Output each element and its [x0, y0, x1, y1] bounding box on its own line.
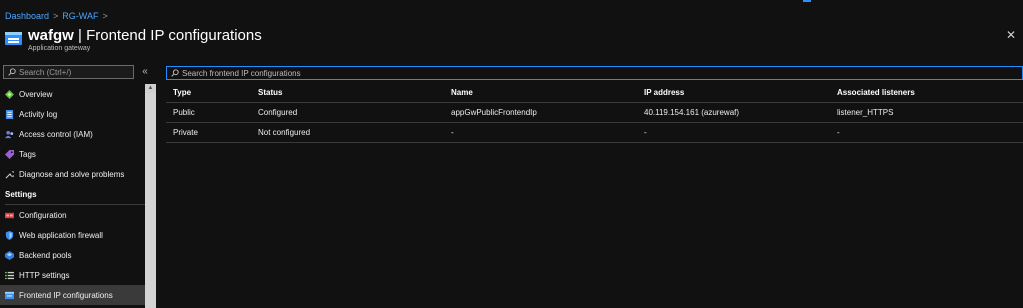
cell-type: Private [166, 122, 251, 143]
menu-list: Overview Activity log Access control (IA… [0, 84, 145, 305]
menu-item-label: Diagnose and solve problems [19, 169, 125, 179]
menu-item-label: Frontend IP configurations [19, 290, 113, 300]
menu-item-frontend-ip[interactable]: Frontend IP configurations [0, 285, 145, 305]
table-row[interactable]: Public Configured appGwPublicFrontendIp … [166, 102, 1023, 123]
menu-item-configuration[interactable]: Configuration [0, 205, 145, 225]
column-header-ip-address[interactable]: IP address [637, 83, 830, 103]
menu-item-diagnose[interactable]: Diagnose and solve problems [0, 164, 145, 184]
menu-item-label: Backend pools [19, 250, 72, 260]
top-bar [0, 0, 1023, 2]
menu-search-input[interactable]: Search (Ctrl+/) [3, 65, 134, 79]
breadcrumb-separator: > [102, 11, 108, 21]
menu-item-access-control[interactable]: Access control (IAM) [0, 124, 145, 144]
menu-item-waf[interactable]: Web application firewall [0, 225, 145, 245]
page-header: wafgw | Frontend IP configurations Appli… [5, 27, 262, 57]
menu-item-backend-pools[interactable]: Backend pools [0, 245, 145, 265]
settings-list-icon [5, 271, 14, 279]
breadcrumb-separator: > [53, 11, 59, 21]
page-title: wafgw | Frontend IP configurations [28, 27, 262, 44]
wrench-icon [5, 170, 14, 178]
cell-ip-address: - [637, 122, 830, 143]
resource-menu: Search (Ctrl+/) « Overview Activity log … [0, 64, 158, 308]
menu-item-label: Activity log [19, 109, 58, 119]
backend-pool-icon [5, 250, 14, 260]
menu-item-label: HTTP settings [19, 270, 70, 280]
menu-item-activity-log[interactable]: Activity log [0, 104, 145, 124]
cell-listeners: listener_HTTPS [830, 102, 1023, 123]
tag-icon [5, 149, 14, 159]
breadcrumb-rg-waf[interactable]: RG-WAF [62, 11, 98, 21]
menu-item-label: Web application firewall [19, 230, 103, 240]
resource-name: wafgw [28, 27, 74, 44]
frontend-ip-table: Type Status Name IP address Associated l… [166, 83, 1023, 143]
resource-type: Application gateway [28, 45, 91, 52]
table-row[interactable]: Private Not configured - - - [166, 122, 1023, 143]
menu-item-label: Overview [19, 89, 53, 99]
menu-item-overview[interactable]: Overview [0, 84, 145, 104]
table-header-row: Type Status Name IP address Associated l… [166, 83, 1023, 103]
iam-icon [5, 130, 14, 138]
menu-item-label: Access control (IAM) [19, 129, 93, 139]
configuration-icon [5, 212, 14, 218]
column-header-type[interactable]: Type [166, 83, 251, 103]
column-header-status[interactable]: Status [251, 83, 444, 103]
menu-item-tags[interactable]: Tags [0, 144, 145, 164]
overview-icon [5, 89, 14, 99]
menu-item-label: Configuration [19, 210, 67, 220]
menu-item-label: Tags [19, 149, 36, 159]
column-header-name[interactable]: Name [444, 83, 637, 103]
close-button[interactable]: ✕ [1005, 29, 1017, 41]
frontend-ip-search-input[interactable]: Search frontend IP configurations [166, 66, 1023, 80]
cell-type: Public [166, 102, 251, 123]
cell-listeners: - [830, 122, 1023, 143]
application-gateway-icon [5, 32, 22, 45]
cell-ip-address: 40.119.154.161 (azurewaf) [637, 102, 830, 123]
activity-log-icon [5, 109, 14, 119]
column-header-listeners[interactable]: Associated listeners [830, 83, 1023, 103]
breadcrumb-dashboard[interactable]: Dashboard [5, 11, 49, 21]
search-icon [171, 69, 179, 77]
cell-status: Not configured [251, 122, 444, 143]
cell-status: Configured [251, 102, 444, 123]
frontend-ip-icon [5, 291, 14, 299]
menu-scrollbar[interactable]: ▲ [145, 84, 156, 308]
page-name: | Frontend IP configurations [78, 27, 262, 44]
menu-search-placeholder: Search (Ctrl+/) [19, 67, 72, 77]
cell-name: - [444, 122, 637, 143]
shield-icon [5, 230, 14, 240]
search-placeholder: Search frontend IP configurations [182, 68, 301, 78]
menu-item-http-settings[interactable]: HTTP settings [0, 265, 145, 285]
scroll-up-icon[interactable]: ▲ [145, 84, 156, 93]
collapse-menu-button[interactable]: « [139, 66, 151, 78]
section-settings: Settings [5, 189, 37, 199]
breadcrumb: Dashboard > RG-WAF > [5, 10, 112, 22]
loading-indicator [803, 0, 811, 2]
search-icon [8, 68, 16, 76]
cell-name[interactable]: appGwPublicFrontendIp [444, 102, 637, 123]
